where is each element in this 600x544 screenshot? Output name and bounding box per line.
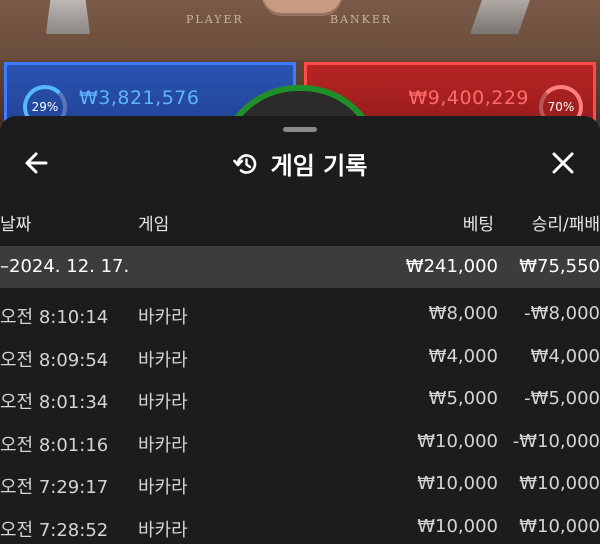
history-row[interactable]: 오전 8:09:54 바카라 ₩4,000 ₩4,000 <box>0 335 600 378</box>
history-row[interactable]: 오전 7:29:17 바카라 ₩10,000 ₩10,000 <box>0 462 600 505</box>
row-game: 바카라 <box>138 392 188 414</box>
row-result: -₩8,000 <box>524 303 600 324</box>
column-headers: 날짜 게임 베팅 승리/패배 <box>0 210 600 238</box>
row-result: -₩10,000 <box>512 430 600 452</box>
row-bet: ₩8,000 <box>428 303 498 324</box>
row-result: ₩4,000 <box>530 345 600 367</box>
row-result: ₩10,000 <box>519 473 600 495</box>
player-area-label: PLAYER <box>186 13 244 26</box>
banker-area-label: BANKER <box>330 13 393 26</box>
date-group-total-bet: ₩241,000 <box>405 256 498 277</box>
row-result: ₩10,000 <box>519 515 600 537</box>
history-row[interactable]: 오전 8:10:14 바카라 ₩8,000 -₩8,000 <box>0 292 600 335</box>
row-game: 바카라 <box>138 349 188 371</box>
row-bet: ₩4,000 <box>428 345 498 367</box>
column-header-date[interactable]: 날짜 <box>0 210 31 235</box>
row-game: 바카라 <box>138 477 188 499</box>
sheet-header: 게임 기록 <box>0 140 600 184</box>
column-header-result[interactable]: 승리/패배 <box>532 210 600 235</box>
player-percent: 29% <box>31 100 59 114</box>
row-game: 바카라 <box>138 307 188 328</box>
row-game: 바카라 <box>138 519 188 541</box>
player-bet-total: ₩3,821,576 <box>79 87 200 109</box>
column-header-game[interactable]: 게임 <box>138 210 169 235</box>
card-shoe <box>46 0 90 34</box>
history-row[interactable]: 오전 8:01:34 바카라 ₩5,000 -₩5,000 <box>0 377 600 420</box>
history-sheet: 게임 기록 날짜 게임 베팅 승리/패배 –2024. 12. 17. ₩241… <box>0 116 600 544</box>
row-time: 오전 7:28:52 <box>0 519 109 541</box>
column-header-bet[interactable]: 베팅 <box>463 210 494 235</box>
history-row[interactable]: 오전 8:01:16 바카라 ₩10,000 -₩10,000 <box>0 420 600 463</box>
history-row[interactable]: 오전 7:28:52 바카라 ₩10,000 ₩10,000 <box>0 505 600 544</box>
banker-bet-total: ₩9,400,229 <box>408 87 529 109</box>
row-bet: ₩5,000 <box>428 388 498 410</box>
row-time: 오전 8:01:16 <box>0 434 109 456</box>
row-time: 오전 8:09:54 <box>0 349 109 371</box>
date-group-total-result: ₩75,550 <box>519 256 600 277</box>
row-time: 오전 8:10:14 <box>0 307 109 328</box>
page-title: 게임 기록 <box>270 152 368 180</box>
row-game: 바카라 <box>138 434 188 456</box>
row-bet: ₩10,000 <box>417 430 498 452</box>
history-list: 오전 8:10:14 바카라 ₩8,000 -₩8,000 오전 8:09:54… <box>0 292 600 544</box>
game-history-screen: PLAYER BANKER 29% ₩3,821,576 ₩9,400,229 … <box>0 0 600 544</box>
row-time: 오전 8:01:34 <box>0 392 109 414</box>
date-group-row[interactable]: –2024. 12. 17. ₩241,000 ₩75,550 <box>0 246 600 288</box>
close-icon <box>552 152 574 174</box>
row-time: 오전 7:29:17 <box>0 477 109 499</box>
title-group: 게임 기록 <box>0 146 600 181</box>
row-bet: ₩10,000 <box>417 515 498 537</box>
row-bet: ₩10,000 <box>417 473 498 495</box>
date-group-date: –2024. 12. 17. <box>0 256 130 277</box>
row-result: -₩5,000 <box>524 388 600 410</box>
close-button[interactable] <box>548 148 578 178</box>
history-icon <box>232 153 256 174</box>
banker-percent: 70% <box>547 100 575 114</box>
drag-handle[interactable] <box>283 127 317 132</box>
